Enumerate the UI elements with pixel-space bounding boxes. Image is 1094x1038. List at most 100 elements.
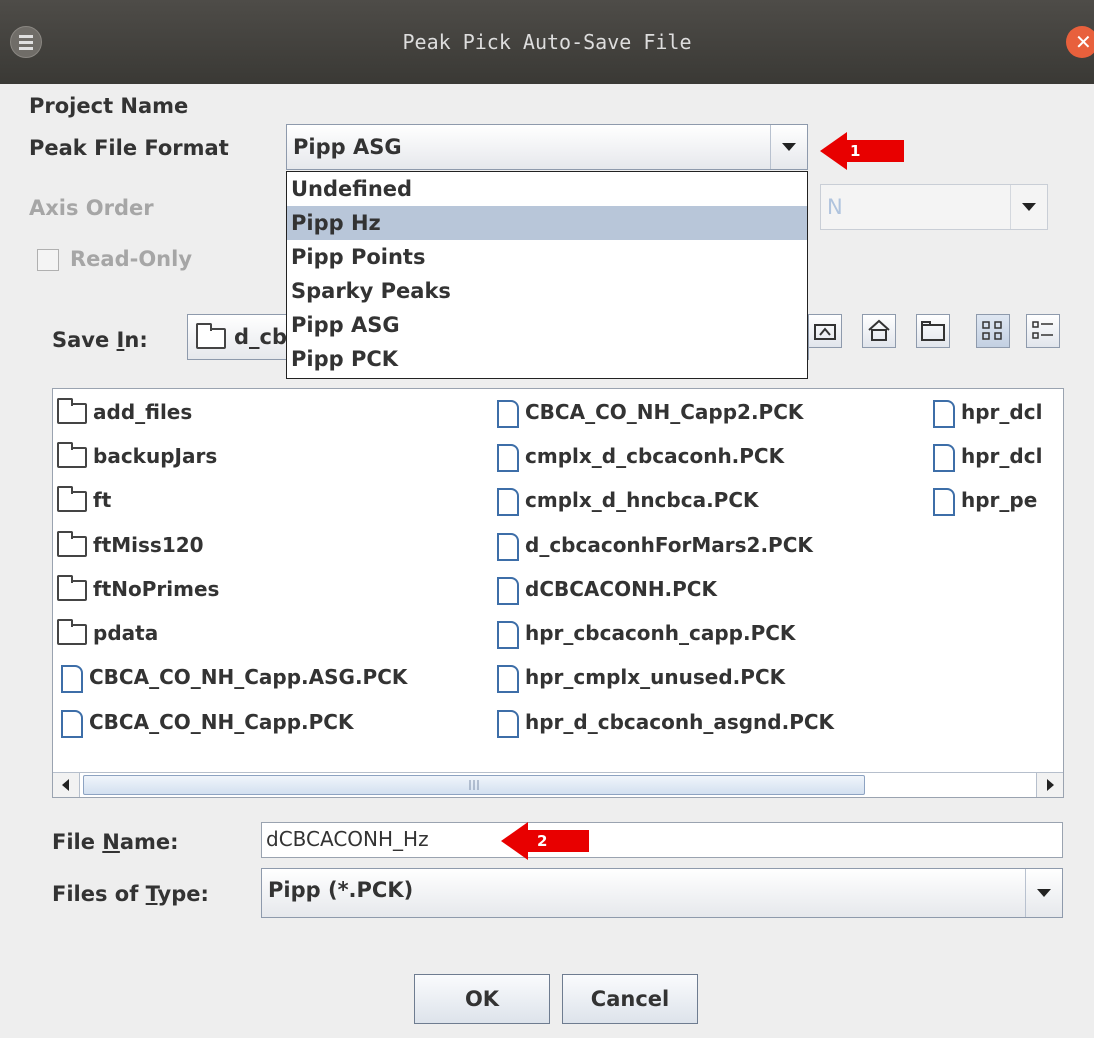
list-item[interactable]: CBCA_CO_NH_Capp2.PCK — [497, 397, 804, 428]
annotation-marker-1-label: 1 — [850, 142, 861, 160]
format-option-undefined[interactable]: Undefined — [287, 172, 807, 206]
peak-file-format-dropdown[interactable]: Undefined Pipp Hz Pipp Points Sparky Pea… — [286, 171, 808, 379]
axis-order-label: Axis Order — [29, 196, 154, 220]
chevron-down-icon[interactable] — [1025, 869, 1062, 917]
file-icon — [933, 399, 955, 428]
file-name-text: pdata — [93, 621, 159, 645]
dialog-window: Peak Pick Auto-Save File ✕ Project Name … — [0, 0, 1094, 1038]
list-item[interactable]: cmplx_d_hncbca.PCK — [497, 485, 759, 516]
home-icon — [868, 319, 890, 341]
file-name-text: hpr_dcl — [961, 444, 1043, 468]
list-item[interactable]: d_cbcaconhForMars2.PCK — [497, 530, 813, 561]
close-icon[interactable]: ✕ — [1066, 26, 1094, 58]
file-icon — [61, 664, 83, 693]
file-icon — [497, 487, 519, 516]
list-item[interactable]: dCBCACONH.PCK — [497, 574, 717, 605]
folder-icon — [57, 486, 87, 512]
files-of-type-value: Pipp (*.PCK) — [268, 878, 414, 902]
list-item[interactable]: hpr_cmplx_unused.PCK — [497, 662, 786, 693]
folder-icon — [196, 323, 226, 349]
folder-icon — [57, 575, 87, 601]
file-name-text: d_cbcaconhForMars2.PCK — [525, 533, 813, 557]
save-in-label-pre: Save — [52, 328, 117, 352]
file-name-text: hpr_cmplx_unused.PCK — [525, 665, 786, 689]
file-name-text: hpr_pe — [961, 488, 1038, 512]
details-view-button[interactable] — [1026, 314, 1060, 348]
file-name-text: CBCA_CO_NH_Capp.PCK — [89, 710, 354, 734]
peak-file-format-combo[interactable]: Pipp ASG — [286, 124, 808, 170]
list-item[interactable]: add_files — [57, 397, 192, 427]
file-name-text: cmplx_d_hncbca.PCK — [525, 488, 759, 512]
files-of-type-label: Files of Type: — [52, 882, 209, 906]
list-item[interactable]: backupJars — [57, 441, 217, 471]
axis-order-combo[interactable]: N — [820, 184, 1048, 230]
file-name-text: backupJars — [93, 444, 218, 468]
new-folder-button[interactable] — [916, 314, 950, 348]
folder-icon — [57, 398, 87, 424]
list-view-button[interactable] — [976, 314, 1010, 348]
list-item[interactable]: hpr_cbcaconh_capp.PCK — [497, 618, 796, 649]
file-name-text: ft — [93, 488, 112, 512]
list-item[interactable]: ftNoPrimes — [57, 574, 219, 604]
annotation-marker-1: 1 — [820, 132, 904, 170]
list-item[interactable]: CBCA_CO_NH_Capp.PCK — [61, 707, 354, 738]
scrollbar-thumb[interactable] — [83, 775, 865, 795]
ok-button[interactable]: OK — [414, 974, 550, 1024]
read-only-label: Read-Only — [70, 247, 193, 271]
horizontal-scrollbar[interactable] — [53, 772, 1063, 797]
list-item[interactable]: hpr_pe — [933, 485, 1038, 516]
file-name-input[interactable] — [266, 826, 1056, 852]
list-item[interactable]: ftMiss120 — [57, 530, 204, 560]
format-option-pipp-pck[interactable]: Pipp PCK — [287, 342, 807, 376]
file-name-label-mnemonic: N — [102, 830, 120, 854]
file-icon — [497, 576, 519, 605]
folder-icon — [57, 531, 87, 557]
file-name-text: CBCA_CO_NH_Capp2.PCK — [525, 400, 804, 424]
format-option-pipp-hz[interactable]: Pipp Hz — [287, 206, 807, 240]
file-name-text: hpr_dcl — [961, 400, 1043, 424]
list-item[interactable]: pdata — [57, 618, 158, 648]
file-name-text: hpr_cbcaconh_capp.PCK — [525, 621, 796, 645]
list-item[interactable]: ft — [57, 485, 111, 515]
home-button[interactable] — [862, 314, 896, 348]
new-folder-icon — [921, 321, 945, 341]
files-of-type-combo[interactable]: Pipp (*.PCK) — [261, 868, 1063, 918]
format-option-pipp-points[interactable]: Pipp Points — [287, 240, 807, 274]
list-item[interactable]: hpr_dcl — [933, 441, 1043, 472]
file-icon — [497, 664, 519, 693]
list-item[interactable]: cmplx_d_cbcaconh.PCK — [497, 441, 784, 472]
list-item[interactable]: hpr_d_cbcaconh_asgnd.PCK — [497, 707, 835, 738]
format-option-sparky-peaks[interactable]: Sparky Peaks — [287, 274, 807, 308]
save-in-label: Save In: — [52, 328, 148, 352]
read-only-checkbox[interactable] — [37, 249, 59, 271]
chevron-down-icon[interactable] — [770, 125, 807, 169]
file-icon — [497, 709, 519, 738]
project-name-label: Project Name — [29, 94, 189, 118]
list-item[interactable]: hpr_dcl — [933, 397, 1043, 428]
file-name-text: ftNoPrimes — [93, 577, 220, 601]
file-icon — [497, 532, 519, 561]
files-of-type-label-pre: Files of — [52, 882, 146, 906]
axis-order-chevron-icon[interactable] — [1010, 185, 1047, 229]
title-bar[interactable]: Peak Pick Auto-Save File ✕ — [0, 0, 1094, 84]
file-list[interactable]: add_files backupJars ft ftMiss120 ftNoPr… — [52, 388, 1064, 798]
file-icon — [61, 709, 83, 738]
cancel-button[interactable]: Cancel — [562, 974, 698, 1024]
list-item[interactable]: CBCA_CO_NH_Capp.ASG.PCK — [61, 662, 407, 693]
file-name-text: add_files — [93, 400, 193, 424]
format-option-pipp-asg[interactable]: Pipp ASG — [287, 308, 807, 342]
file-icon — [497, 399, 519, 428]
file-name-label-post: ame: — [119, 830, 179, 854]
details-view-icon — [1032, 321, 1053, 339]
file-name-label: File Name: — [52, 830, 179, 854]
scroll-right-button[interactable] — [1036, 773, 1063, 797]
scroll-left-button[interactable] — [53, 773, 80, 797]
up-folder-button[interactable] — [808, 314, 842, 348]
grip-icon — [469, 780, 479, 790]
file-icon — [497, 620, 519, 649]
file-name-text: hpr_d_cbcaconh_asgnd.PCK — [525, 710, 835, 734]
file-name-field[interactable] — [261, 822, 1063, 858]
axis-order-value: N — [827, 195, 843, 219]
files-of-type-label-mnemonic: T — [145, 882, 158, 906]
save-in-label-post: n: — [124, 328, 148, 352]
